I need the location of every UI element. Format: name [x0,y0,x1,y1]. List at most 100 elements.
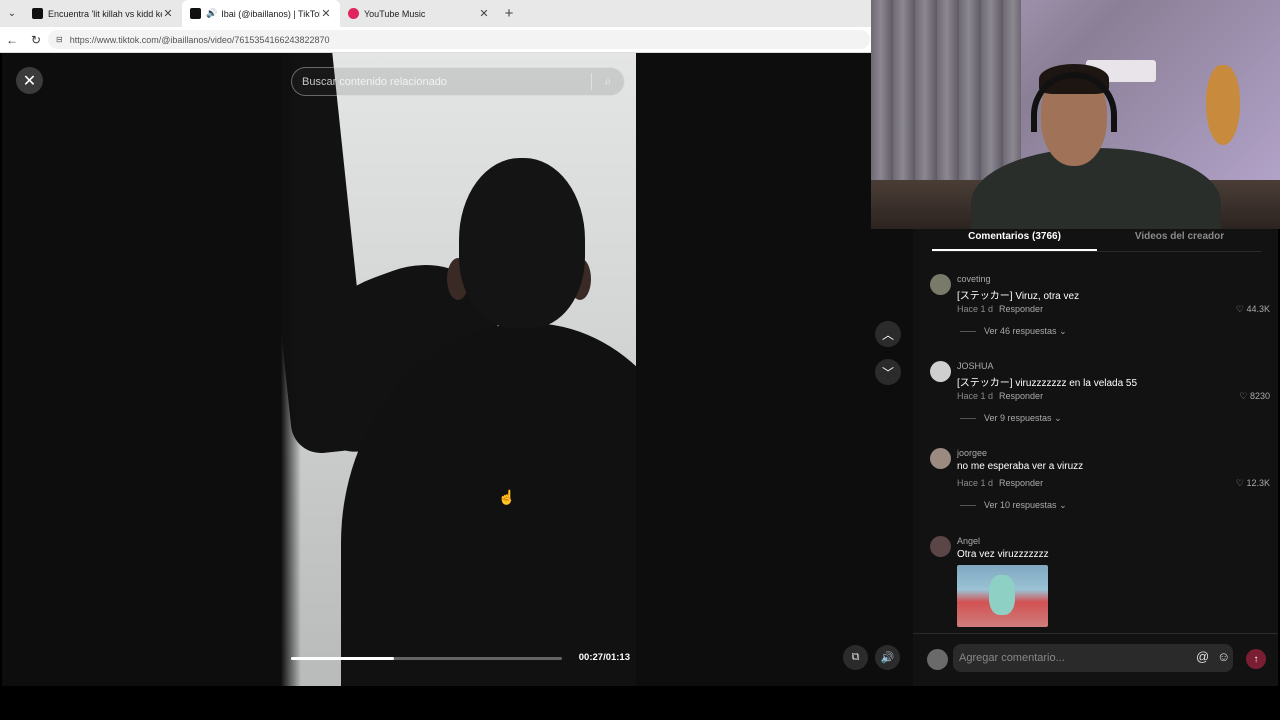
video-frame-head [459,158,585,328]
replies-dash [960,418,976,420]
speaker-icon: 🔊 [880,652,895,664]
send-button[interactable]: ↑ [1246,649,1266,669]
comment-text: [ステッカー] viruzzzzzzz en la velada 55 [957,378,1138,389]
browser-tab-bar: ⌄ Encuentra 'lit killah vs kidd keo' en … [0,0,872,27]
like-count[interactable]: ♡ 44.3K [1236,304,1270,315]
comment-meta: Hace 1 d Responder [957,304,1043,314]
video-player[interactable] [281,53,636,686]
chevron-down-icon: ⌄ [1059,500,1067,510]
comment-meta: Hace 1 d Responder [957,391,1043,401]
comment-item: Angel Otra vez viruzzzzzzz [930,536,1270,633]
video-progress-bar[interactable] [291,657,562,660]
video-frame-shade [281,53,301,686]
avatar [927,649,948,670]
tab-ibai-tiktok[interactable]: 🔊 Ibai (@ibaillanos) | TikTok ✕ [182,0,340,27]
close-icon: ✕ [22,72,37,90]
mention-at-icon[interactable]: @ [1196,649,1209,664]
like-count-value: 44.3K [1246,304,1270,314]
comment-sticker-image[interactable] [957,565,1048,627]
avatar[interactable] [930,274,951,295]
close-tab-icon[interactable]: ✕ [478,7,490,20]
url-field[interactable]: ⊟ https://www.tiktok.com/@ibaillanos/vid… [48,30,870,49]
video-progress-fill [291,657,394,660]
comment-time: Hace 1 d [957,478,994,488]
close-video-button[interactable]: ✕ [16,67,43,94]
search-placeholder: Buscar contenido relacionado [302,75,447,88]
comment-username[interactable]: coveting [957,274,991,284]
comment-time: Hace 1 d [957,391,994,401]
search-icon[interactable]: ⌕ [592,74,624,89]
new-tab-plus-icon[interactable]: + [498,0,520,27]
tabs-divider [932,251,1262,252]
related-content-search[interactable]: Buscar contenido relacionado ⌕ [291,67,625,96]
comment-time: Hace 1 d [957,304,994,314]
like-count-value: 8230 [1249,391,1270,401]
comment-input-placeholder: Agregar comentario... [959,652,1065,664]
replies-dash [960,331,976,333]
view-replies-label: Ver 10 respuestas [984,500,1057,510]
chevron-down-icon: ﹀ [881,365,894,380]
chevron-down-icon: ⌄ [1054,413,1062,423]
tab-list-chevron-icon[interactable]: ⌄ [0,0,24,27]
screen: ⌄ Encuentra 'lit killah vs kidd keo' en … [0,0,1280,720]
comment-list: coveting [ステッカー] Viruz, otra vez Hace 1 … [913,263,1278,633]
hand-cursor-icon: ☝ [498,489,516,505]
emoji-icon[interactable]: ☺ [1217,649,1230,664]
heart-icon: ♡ [1235,304,1244,314]
volume-button[interactable]: 🔊 [875,645,900,670]
comment-username[interactable]: JOSHUA [957,361,994,371]
view-replies-button[interactable]: Ver 9 respuestas ⌄ [960,413,1062,424]
comment-text: Otra vez viruzzzzzzz [957,549,1049,560]
webcam-guitar [1206,65,1240,145]
arrow-up-icon: ↑ [1253,653,1259,665]
audio-playing-icon[interactable]: 🔊 [206,8,217,19]
reply-button[interactable]: Responder [999,391,1043,401]
avatar[interactable] [930,536,951,557]
comment-item: coveting [ステッカー] Viruz, otra vez Hace 1 … [930,274,1270,354]
previous-video-button[interactable]: ︿ [875,321,901,347]
view-replies-label: Ver 9 respuestas [984,413,1052,423]
chevron-up-icon: ︿ [881,327,894,342]
view-replies-button[interactable]: Ver 46 respuestas ⌄ [960,326,1067,337]
heart-icon: ♡ [1239,391,1248,401]
comment-text: [ステッカー] Viruz, otra vez [957,291,1080,302]
video-stage: ✕ Buscar contenido relacionado ⌕ 00:27/0… [2,53,913,686]
site-info-icon[interactable]: ⊟ [56,35,63,44]
tab-youtube-music[interactable]: YouTube Music ✕ [340,0,498,27]
like-count[interactable]: ♡ 12.3K [1236,478,1270,489]
comment-meta: Hace 1 d Responder [957,478,1043,488]
comment-input[interactable]: Agregar comentario... [953,644,1233,672]
tab-comments[interactable]: Comentarios (3766) [932,229,1097,251]
close-tab-icon[interactable]: ✕ [320,7,332,20]
youtube-music-icon [348,8,359,19]
next-video-button[interactable]: ﹀ [875,359,901,385]
url-text: https://www.tiktok.com/@ibaillanos/video… [69,34,330,45]
sticker-figure [989,575,1015,615]
like-count[interactable]: ♡ 8230 [1239,391,1270,402]
comment-text: no me esperaba ver a viruzz [957,461,1084,472]
floating-player-button[interactable]: ⧉ [843,645,868,670]
picture-in-picture-icon: ⧉ [851,651,860,663]
tab-creator-videos[interactable]: Videos del creador [1097,229,1262,251]
avatar[interactable] [930,361,951,382]
tab-label: YouTube Music [364,8,426,19]
comment-username[interactable]: Angel [957,536,980,546]
video-timecode: 00:27/01:13 [578,652,630,663]
comment-item: joorgee no me esperaba ver a viruzz Hace… [930,448,1270,528]
tiktok-icon [32,8,43,19]
reply-button[interactable]: Responder [999,478,1043,488]
avatar[interactable] [930,448,951,469]
reply-button[interactable]: Responder [999,304,1043,314]
comment-username[interactable]: joorgee [957,448,987,458]
reload-icon[interactable]: ↻ [24,27,48,53]
back-arrow-icon[interactable]: ← [0,27,24,53]
tiktok-icon [190,8,201,19]
panel-tabs: Comentarios (3766) Videos del creador [932,229,1262,251]
view-replies-button[interactable]: Ver 10 respuestas ⌄ [960,500,1067,511]
view-replies-label: Ver 46 respuestas [984,326,1057,336]
tab-lit-killah[interactable]: Encuentra 'lit killah vs kidd keo' en ✕ [24,0,182,27]
close-tab-icon[interactable]: ✕ [162,7,174,20]
tab-label: Encuentra 'lit killah vs kidd keo' en [48,8,162,19]
tab-label: Ibai (@ibaillanos) | TikTok [221,8,320,19]
webcam-overlay [871,0,1280,229]
